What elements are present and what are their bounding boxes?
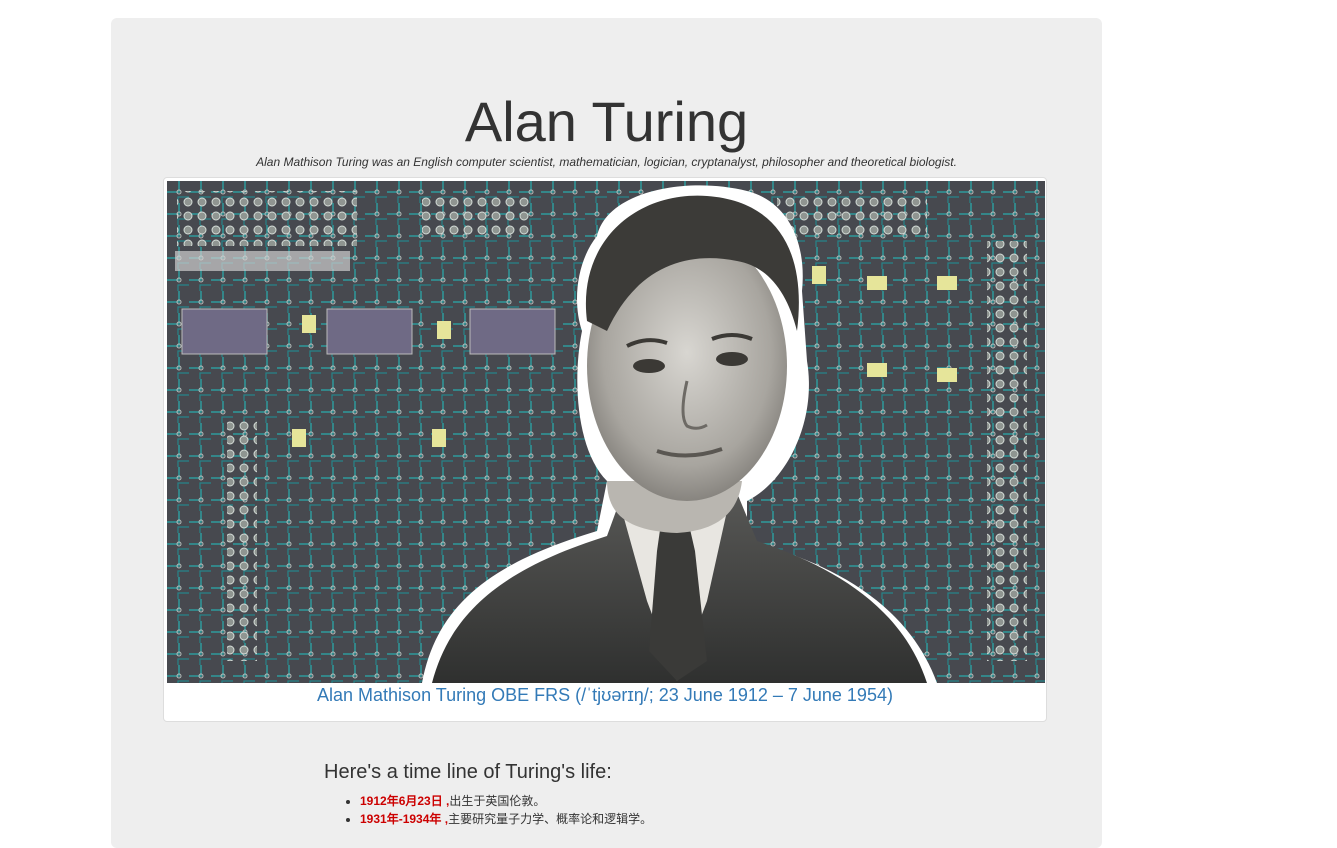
timeline-heading: Here's a time line of Turing's life: [324,761,612,783]
turing-portrait-image [167,181,1045,683]
timeline-date: 1931年-1934年 , [360,812,449,826]
main-container: Alan Turing Alan Mathison Turing was an … [111,18,1102,848]
timeline-date: 1912年6月23日 , [360,794,450,808]
page-title: Alan Turing [464,90,749,153]
page-subtitle: Alan Mathison Turing was an English comp… [256,155,957,169]
image-caption: Alan Mathison Turing OBE FRS (/ˈtjʊərɪŋ/… [317,685,893,705]
timeline-item: 1931年-1934年 ,主要研究量子力学、概率论和逻辑学。 [360,810,652,828]
image-figure: Alan Mathison Turing OBE FRS (/ˈtjʊərɪŋ/… [163,177,1047,722]
timeline-text: 出生于英国伦敦。 [449,794,546,808]
timeline-text: 主要研究量子力学、概率论和逻辑学。 [448,812,653,826]
timeline-item: 1912年6月23日 ,出生于英国伦敦。 [360,792,652,810]
timeline-list: 1912年6月23日 ,出生于英国伦敦。 1931年-1934年 ,主要研究量子… [346,792,652,828]
